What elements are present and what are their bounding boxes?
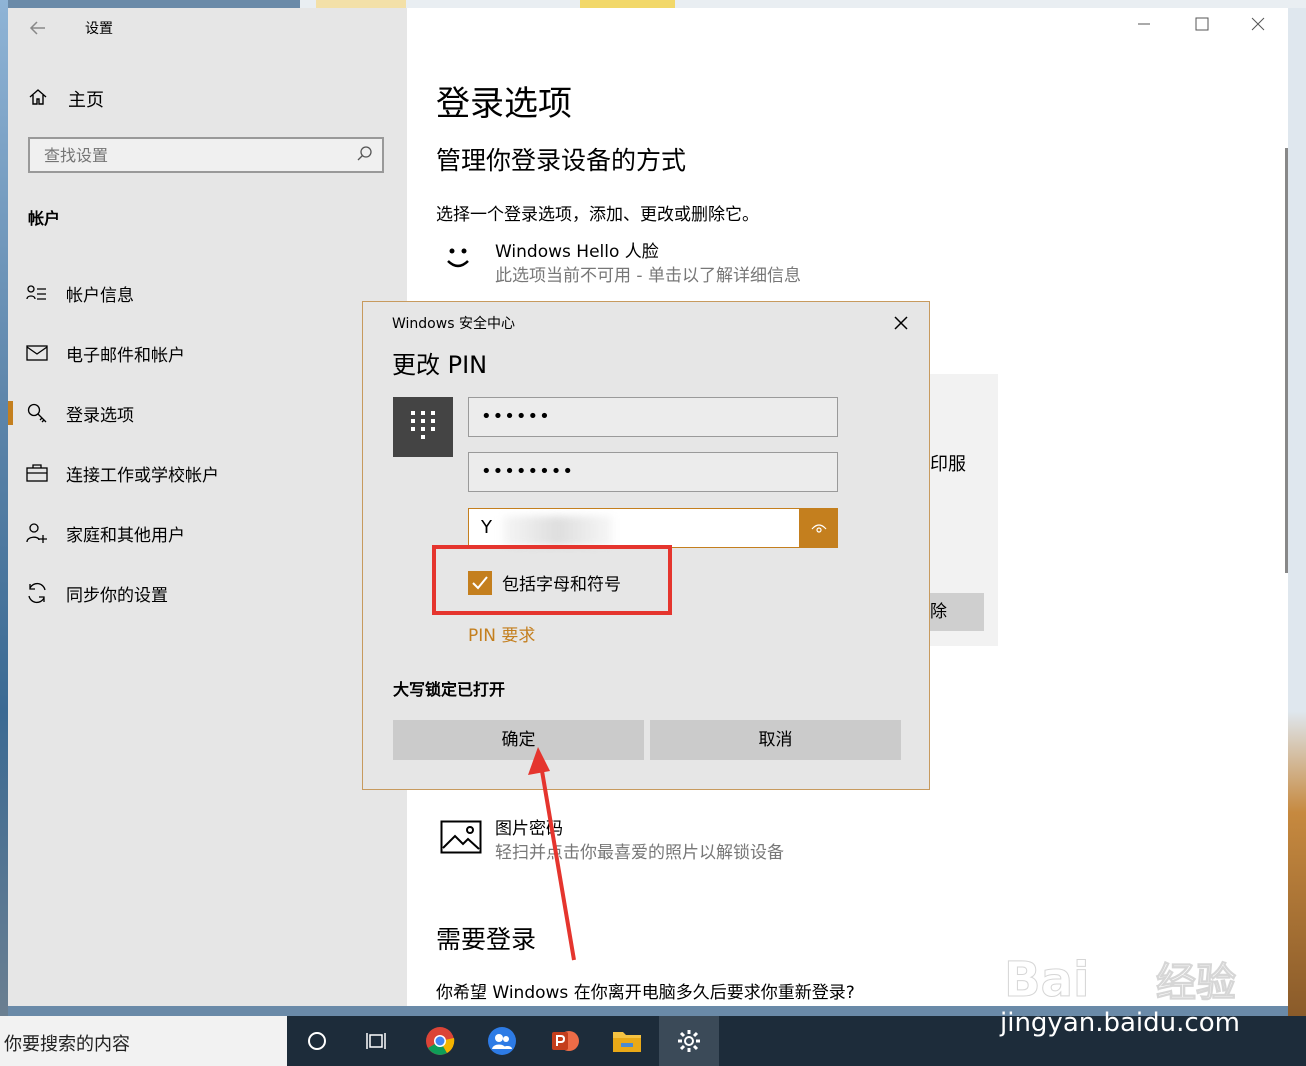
back-arrow-icon[interactable]: [28, 18, 48, 38]
keypad-icon: [393, 397, 453, 457]
pin-option-card: 印服 除: [930, 374, 998, 646]
picture-password-title[interactable]: 图片密码: [495, 814, 563, 839]
require-signin-heading: 需要登录: [436, 925, 537, 954]
sidebar-item-label: 同步你的设置: [66, 585, 168, 606]
taskbar-search-text: 你要搜索的内容: [4, 1034, 130, 1055]
settings-search-box[interactable]: [28, 137, 384, 173]
app-title: 设置: [85, 21, 113, 37]
eye-icon: [811, 519, 827, 538]
picture-password-subtitle: 轻扫并点击你最喜爱的照片以解锁设备: [495, 843, 784, 863]
maximize-icon[interactable]: [1195, 16, 1209, 35]
change-pin-dialog: Windows 安全中心 更改 PIN •••••• •••••••• Y 包括…: [362, 301, 930, 790]
close-icon[interactable]: [893, 312, 915, 334]
briefcase-icon: [26, 462, 48, 484]
account-info-icon: [26, 282, 48, 304]
watermark-url: jingyan.baidu.com: [1000, 1008, 1240, 1038]
sidebar-item-sync-settings[interactable]: 同步你的设置: [8, 563, 407, 623]
redaction-blur: [503, 516, 613, 546]
key-icon: [26, 402, 48, 424]
new-pin-field[interactable]: ••••••••: [468, 452, 838, 492]
settings-gear-icon[interactable]: [659, 1016, 719, 1066]
search-icon: [356, 145, 374, 163]
dialog-app-name: Windows 安全中心: [392, 316, 515, 332]
picture-password-icon: [440, 820, 482, 860]
home-link[interactable]: 主页: [28, 86, 104, 112]
sidebar: 设置 主页 帐户 帐户信息: [8, 8, 407, 1006]
window-close-icon[interactable]: [1251, 16, 1265, 35]
home-label: 主页: [68, 90, 104, 111]
page-title: 登录选项: [436, 84, 572, 124]
chrome-icon[interactable]: [410, 1016, 470, 1066]
svg-text:Bai: Bai: [1004, 952, 1089, 1008]
sidebar-item-label: 帐户信息: [66, 285, 134, 306]
svg-text:du: du: [1110, 969, 1147, 999]
cancel-button[interactable]: 取消: [650, 720, 901, 760]
desktop-background-top: [300, 0, 1306, 8]
cortana-icon[interactable]: [287, 1016, 347, 1066]
search-input[interactable]: [42, 145, 346, 166]
sidebar-item-account-info[interactable]: 帐户信息: [8, 263, 407, 323]
sidebar-item-label: 家庭和其他用户: [66, 525, 185, 546]
scrollbar[interactable]: [1285, 148, 1288, 573]
remove-button[interactable]: 除: [930, 593, 984, 631]
sidebar-item-label: 电子邮件和帐户: [66, 345, 185, 366]
require-signin-question: 你希望 Windows 在你离开电脑多久后要求你重新登录?: [436, 983, 855, 1003]
ok-button[interactable]: 确定: [393, 720, 644, 760]
sidebar-item-label: 登录选项: [66, 405, 134, 426]
highlight-box: [432, 545, 672, 615]
people-app-icon[interactable]: [472, 1016, 532, 1066]
caps-lock-warning: 大写锁定已打开: [393, 680, 506, 699]
file-explorer-icon[interactable]: [597, 1016, 657, 1066]
face-icon: [438, 237, 478, 277]
section-heading: 帐户: [28, 209, 61, 228]
mail-icon: [26, 342, 48, 364]
desktop-background-right: [1288, 0, 1306, 1016]
windows-hello-face-title[interactable]: Windows Hello 人脸: [495, 237, 659, 262]
add-person-icon: [26, 522, 48, 544]
windows-hello-face-subtitle: 此选项当前不可用 - 单击以了解详细信息: [495, 266, 801, 286]
task-view-icon[interactable]: [347, 1016, 407, 1066]
pin-requirements-link[interactable]: PIN 要求: [468, 621, 535, 646]
baidu-watermark: Bai du 经验 jingyan.baidu.com: [1000, 920, 1300, 1050]
taskbar-search-box[interactable]: 你要搜索的内容: [0, 1016, 287, 1066]
home-icon: [28, 87, 48, 112]
reveal-password-button[interactable]: [799, 508, 838, 548]
dialog-title: 更改 PIN: [392, 351, 488, 379]
sidebar-nav: 帐户信息 电子邮件和帐户 登录选项 连接工作或学校帐户 家庭和其他用户 同步你的…: [8, 263, 407, 623]
desktop-background-left: [0, 0, 8, 1016]
current-pin-field[interactable]: ••••••: [468, 397, 838, 437]
sidebar-item-work-school[interactable]: 连接工作或学校帐户: [8, 443, 407, 503]
card-text: 印服: [930, 454, 966, 475]
sidebar-item-family-users[interactable]: 家庭和其他用户: [8, 503, 407, 563]
sidebar-item-email-accounts[interactable]: 电子邮件和帐户: [8, 323, 407, 383]
sync-icon: [26, 582, 48, 604]
sidebar-item-sign-in-options[interactable]: 登录选项: [8, 383, 407, 443]
svg-text:经验: 经验: [1156, 960, 1236, 1006]
sidebar-item-label: 连接工作或学校帐户: [66, 465, 219, 486]
powerpoint-icon[interactable]: [535, 1016, 595, 1066]
page-subtitle: 管理你登录设备的方式: [436, 146, 687, 175]
page-description: 选择一个登录选项，添加、更改或删除它。: [436, 205, 759, 225]
minimize-icon[interactable]: [1137, 16, 1151, 35]
